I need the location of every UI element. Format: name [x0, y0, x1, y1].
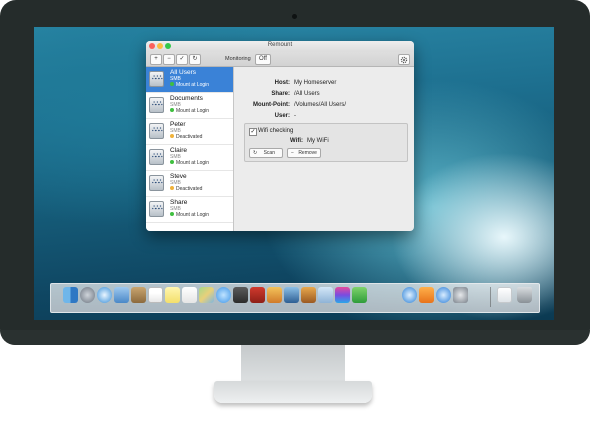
- monitor-chin: [0, 330, 590, 345]
- remove-label: Remove: [298, 150, 317, 156]
- share-name: Steve: [170, 173, 187, 180]
- network-disk-icon: ⛬⛬⛬: [149, 175, 164, 191]
- launchpad-icon[interactable]: [80, 287, 95, 303]
- dock: [50, 283, 540, 313]
- share-item[interactable]: ⛬⛬⛬ Steve SMB Deactivated: [146, 171, 233, 197]
- share-status: Mount at Login: [176, 212, 210, 218]
- share-name: Documents: [170, 95, 203, 102]
- preview-icon[interactable]: [318, 287, 333, 303]
- remove-button[interactable]: −: [163, 54, 175, 65]
- trash-icon[interactable]: [517, 287, 532, 303]
- share-status: Mount at Login: [176, 160, 210, 166]
- iphoto-icon[interactable]: [267, 287, 282, 303]
- share-label: Share:: [271, 91, 290, 97]
- share-list: ⛬⛬⛬ All Users SMB Mount at Login ⛬⛬⛬ Doc…: [146, 67, 234, 231]
- share-name: Peter: [170, 121, 186, 128]
- calendar-icon[interactable]: [148, 287, 163, 303]
- share-details: Host: My Homeserver Share: /All Users Mo…: [234, 67, 414, 231]
- title-bar[interactable]: Remount: [146, 41, 414, 52]
- monitor-stand: [241, 345, 345, 385]
- wifi-label: Wifi:: [290, 138, 303, 144]
- notes-icon[interactable]: [165, 287, 180, 303]
- mail-icon[interactable]: [114, 287, 129, 303]
- network-disk-icon: ⛬⛬⛬: [149, 149, 164, 165]
- network-disk-icon: ⛬⛬⛬: [149, 71, 164, 87]
- system-preferences-icon[interactable]: [453, 287, 468, 303]
- finder-icon[interactable]: [63, 287, 78, 303]
- wifi-checking-checkbox[interactable]: ✓: [249, 128, 257, 136]
- wifi-group: ✓ Wifi checking Wifi: My WiFi ↻ Scan − R…: [244, 123, 408, 162]
- itunes-icon[interactable]: [402, 287, 417, 303]
- toolbar: + − ✓ ↻ Monitoring Off: [146, 52, 414, 67]
- remount-window: Remount + − ✓ ↻ Monitoring Off ⛬⛬⛬ All U…: [146, 41, 414, 231]
- share-item[interactable]: ⛬⛬⛬ Claire SMB Mount at Login: [146, 145, 233, 171]
- network-disk-icon: ⛬⛬⛬: [149, 97, 164, 113]
- camera-icon: [292, 14, 297, 19]
- network-disk-icon: ⛬⛬⛬: [149, 123, 164, 139]
- share-item[interactable]: ⛬⛬⛬ Share SMB Mount at Login: [146, 197, 233, 223]
- share-item[interactable]: ⛬⛬⛬ Documents SMB Mount at Login: [146, 93, 233, 119]
- share-value: /All Users: [294, 91, 320, 97]
- scan-label: Scan: [263, 150, 275, 156]
- network-disk-icon: ⛬⛬⛬: [149, 201, 164, 217]
- share-item[interactable]: ⛬⛬⛬ Peter SMB Deactivated: [146, 119, 233, 145]
- host-label: Host:: [274, 80, 290, 86]
- status-dot-icon: [170, 108, 174, 112]
- share-status: Deactivated: [176, 134, 203, 140]
- status-dot-icon: [170, 212, 174, 216]
- refresh-button[interactable]: ↻: [189, 54, 201, 65]
- monitor-stand-base: [214, 381, 372, 403]
- maps-icon[interactable]: [199, 287, 214, 303]
- user-value: -: [294, 113, 296, 119]
- share-status: Mount at Login: [176, 108, 210, 114]
- check-button[interactable]: ✓: [176, 54, 188, 65]
- messages-icon[interactable]: [216, 287, 231, 303]
- gear-icon: [400, 56, 408, 63]
- status-dot-icon: [170, 186, 174, 190]
- imovie-icon[interactable]: [284, 287, 299, 303]
- monitoring-toggle[interactable]: Off: [255, 54, 271, 65]
- scan-button[interactable]: ↻ Scan: [249, 148, 283, 158]
- share-status: Mount at Login: [176, 82, 210, 88]
- status-dot-icon: [170, 82, 174, 86]
- refresh-icon: ↻: [253, 150, 258, 156]
- minus-icon: −: [291, 150, 294, 156]
- add-button[interactable]: +: [150, 54, 162, 65]
- status-dot-icon: [170, 134, 174, 138]
- window-title: Remount: [267, 42, 293, 48]
- share-item[interactable]: ⛬⛬⛬ All Users SMB Mount at Login: [146, 67, 233, 93]
- contacts-icon[interactable]: [131, 287, 146, 303]
- numbers-icon[interactable]: [352, 287, 367, 303]
- mount-point-label: Mount-Point:: [253, 102, 290, 108]
- mount-point-value: /Volumes/All Users/: [294, 102, 347, 108]
- ibooks-icon[interactable]: [419, 287, 434, 303]
- desktop-screen: Remount + − ✓ ↻ Monitoring Off ⛬⛬⛬ All U…: [34, 27, 554, 320]
- settings-button[interactable]: [398, 54, 410, 65]
- share-name: Claire: [170, 147, 187, 154]
- host-value: My Homeserver: [294, 80, 337, 86]
- user-label: User:: [274, 113, 290, 119]
- app-store-icon[interactable]: [436, 287, 451, 303]
- share-name: Share: [170, 199, 188, 206]
- facetime-icon[interactable]: [233, 287, 248, 303]
- wifi-value: My WiFi: [307, 138, 329, 144]
- monitoring-label: Monitoring: [225, 56, 251, 62]
- dock-separator: [490, 287, 491, 307]
- garageband-icon[interactable]: [301, 287, 316, 303]
- wifi-checking-label: Wifi checking: [258, 128, 294, 134]
- safari-icon[interactable]: [97, 287, 112, 303]
- share-name: All Users: [170, 69, 197, 76]
- status-dot-icon: [170, 160, 174, 164]
- keynote-icon[interactable]: [335, 287, 350, 303]
- reminders-icon[interactable]: [182, 287, 197, 303]
- remove-wifi-button[interactable]: − Remove: [287, 148, 321, 158]
- share-status: Deactivated: [176, 186, 203, 192]
- photo-booth-icon[interactable]: [250, 287, 265, 303]
- documents-icon[interactable]: [497, 287, 512, 303]
